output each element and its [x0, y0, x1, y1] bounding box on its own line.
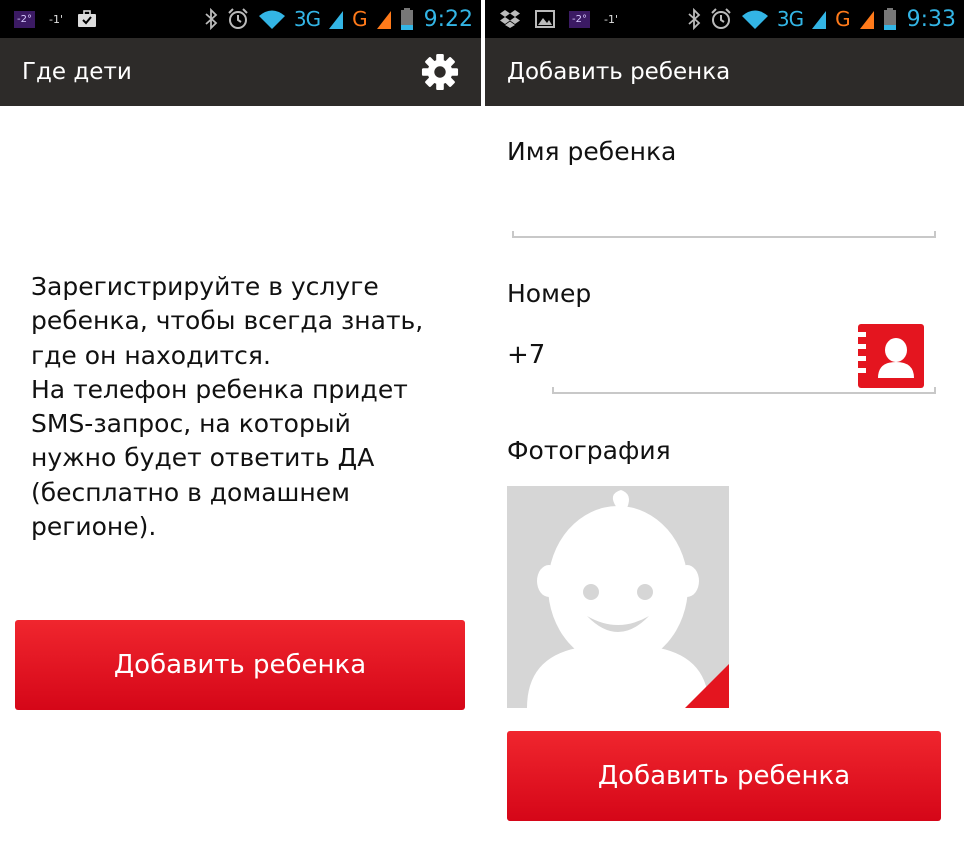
- network-type-text: 3G: [776, 7, 804, 31]
- page-title: Где дети: [22, 59, 132, 85]
- signal-icon: [859, 11, 874, 29]
- gear-icon[interactable]: [421, 53, 459, 91]
- wifi-icon: [258, 10, 285, 29]
- clock: 9:33: [906, 6, 956, 32]
- status-bar: -2° -1' 3G G 9:33: [485, 0, 964, 38]
- child-photo[interactable]: [507, 486, 729, 708]
- add-child-button[interactable]: Добавить ребенка: [15, 620, 465, 710]
- child-name-label: Имя ребенка: [507, 137, 677, 166]
- photo-label: Фотография: [507, 436, 671, 465]
- page-title: Добавить ребенка: [507, 59, 731, 85]
- phone-number-underline: [552, 387, 936, 394]
- screen-where-children: -2° -1' 3G G 9:22 Где дети Зарегистрируй…: [0, 0, 481, 854]
- signal-small-text: -1': [48, 12, 63, 26]
- bluetooth-icon: [688, 8, 701, 30]
- wifi-icon: [741, 10, 768, 29]
- phone-number-label: Номер: [507, 279, 592, 308]
- add-child-button[interactable]: Добавить ребенка: [507, 731, 941, 821]
- network-type-text: 3G: [293, 7, 321, 31]
- battery-icon: [883, 8, 896, 30]
- battery-icon: [400, 8, 413, 30]
- network-type-2-text: G: [835, 7, 851, 31]
- clock: 9:22: [423, 6, 473, 32]
- signal-icon: [376, 11, 391, 29]
- phone-number-field[interactable]: [552, 340, 852, 386]
- signal-small-text: -1': [603, 12, 618, 26]
- network-type-2-text: G: [352, 7, 368, 31]
- child-name-underline: [512, 231, 936, 238]
- dropbox-icon: [500, 10, 520, 28]
- briefcase-icon: [77, 10, 96, 27]
- phone-prefix: +7: [507, 340, 546, 370]
- contacts-book-icon[interactable]: [858, 324, 924, 388]
- avatar-placeholder-icon: [527, 490, 729, 708]
- status-bar: -2° -1' 3G G 9:22: [0, 0, 481, 38]
- action-bar: Где дети: [0, 38, 481, 106]
- screen-add-child: -2° -1' 3G G 9:33 Добавить ребенка Имя р…: [485, 0, 964, 854]
- temperature-badge: -2°: [569, 10, 590, 28]
- signal-icon: [812, 11, 827, 29]
- signal-icon: [329, 11, 344, 29]
- alarm-icon: [228, 8, 248, 29]
- bluetooth-icon: [205, 8, 218, 30]
- action-bar: Добавить ребенка: [485, 38, 964, 106]
- service-info-text: Зарегистрируйте в услуге ребенка, чтобы …: [31, 272, 424, 542]
- child-name-field[interactable]: [512, 185, 936, 231]
- image-icon: [535, 10, 555, 28]
- temperature-badge: -2°: [14, 10, 35, 28]
- alarm-icon: [711, 8, 731, 29]
